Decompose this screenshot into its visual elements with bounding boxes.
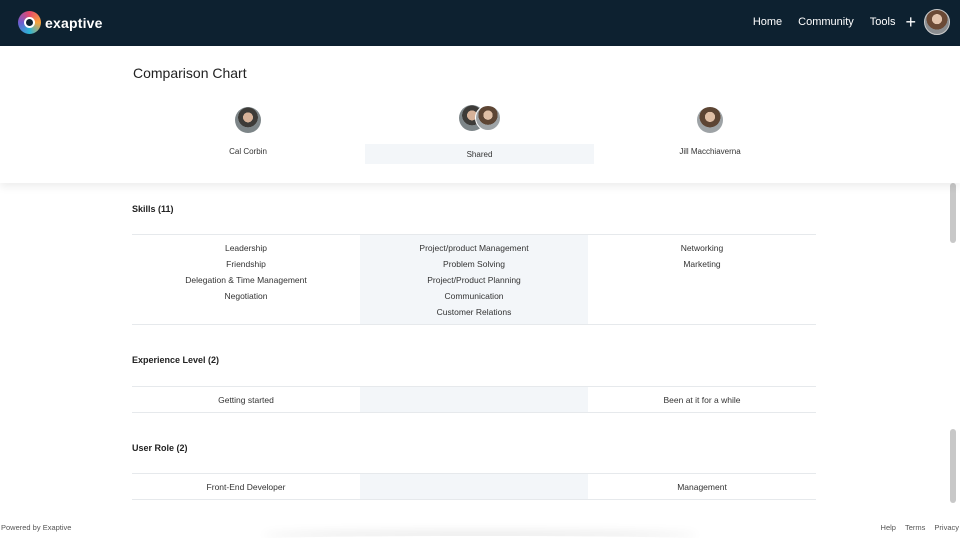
experience-left-value: Getting started — [132, 387, 360, 412]
role-right-value: Management — [588, 474, 816, 499]
shared-avatars — [440, 105, 520, 131]
skill-item: Project/Product Planning — [427, 275, 521, 285]
brand-name: exaptive — [45, 14, 103, 31]
skill-item: Customer Relations — [436, 307, 512, 317]
nav-links: Home Community Tools + — [753, 9, 950, 35]
skill-item: Friendship — [226, 259, 266, 269]
user-role-row: Front-End Developer Management — [132, 473, 816, 500]
skill-item: Delegation & Time Management — [185, 275, 307, 285]
experience-right-value: Been at it for a while — [588, 387, 816, 412]
skills-row: Leadership Friendship Delegation & Time … — [132, 234, 816, 325]
plus-icon[interactable]: + — [905, 13, 916, 31]
role-left-text: Front-End Developer — [206, 482, 286, 492]
footer-links: Help Terms Privacy — [872, 523, 959, 532]
skill-item: Marketing — [683, 259, 721, 269]
shared-people — [440, 105, 520, 131]
skill-item: Communication — [444, 291, 504, 301]
footer-terms-link[interactable]: Terms — [905, 523, 925, 532]
brand-logo-link[interactable]: exaptive — [18, 11, 103, 34]
user-avatar[interactable] — [924, 9, 950, 35]
skills-left-column: Leadership Friendship Delegation & Time … — [132, 235, 360, 324]
comparison-header: Comparison Chart Cal Corbin Shared Jill … — [0, 46, 960, 183]
skills-right-column: Networking Marketing — [588, 235, 816, 324]
skill-item: Negotiation — [224, 291, 268, 301]
user-role-section-title: User Role (2) — [132, 443, 188, 453]
skills-shared-column: Project/product Management Problem Solvi… — [360, 235, 588, 324]
page-title: Comparison Chart — [133, 65, 247, 81]
shared-label-box: Shared — [365, 144, 594, 164]
experience-right-text: Been at it for a while — [663, 395, 741, 405]
left-person: Cal Corbin — [208, 107, 288, 156]
scrollbar-thumb-bottom[interactable] — [950, 429, 956, 503]
jill-macchiaverna-avatar-small — [475, 105, 501, 131]
left-person-name: Cal Corbin — [229, 147, 267, 156]
role-right-text: Management — [677, 482, 727, 492]
experience-section-title: Experience Level (2) — [132, 355, 220, 365]
role-left-value: Front-End Developer — [132, 474, 360, 499]
right-person-name: Jill Macchiaverna — [679, 147, 741, 156]
skills-section-title: Skills (11) — [132, 204, 174, 214]
experience-row: Getting started Been at it for a while — [132, 386, 816, 413]
footer-help-link[interactable]: Help — [881, 523, 896, 532]
skill-item: Project/product Management — [419, 243, 529, 253]
nav-tools-link[interactable]: Tools — [870, 16, 896, 28]
experience-left-text: Getting started — [218, 395, 274, 405]
exaptive-logo-icon — [18, 11, 41, 34]
cal-corbin-avatar[interactable] — [235, 107, 261, 133]
skill-item: Leadership — [224, 243, 268, 253]
footer-privacy-link[interactable]: Privacy — [934, 523, 959, 532]
scrollbar[interactable] — [950, 183, 958, 503]
powered-by-text: Powered by Exaptive — [1, 523, 72, 532]
right-person: Jill Macchiaverna — [660, 107, 760, 156]
scrollbar-thumb-top[interactable] — [950, 183, 956, 243]
skill-item: Problem Solving — [443, 259, 505, 269]
jill-macchiaverna-avatar[interactable] — [697, 107, 723, 133]
role-shared-value — [360, 474, 588, 499]
nav-home-link[interactable]: Home — [753, 16, 782, 28]
top-navbar: exaptive Home Community Tools + — [0, 0, 960, 46]
experience-shared-value — [360, 387, 588, 412]
nav-community-link[interactable]: Community — [798, 16, 854, 28]
footer: Powered by Exaptive Help Terms Privacy — [0, 518, 960, 538]
skill-item: Networking — [680, 243, 724, 253]
